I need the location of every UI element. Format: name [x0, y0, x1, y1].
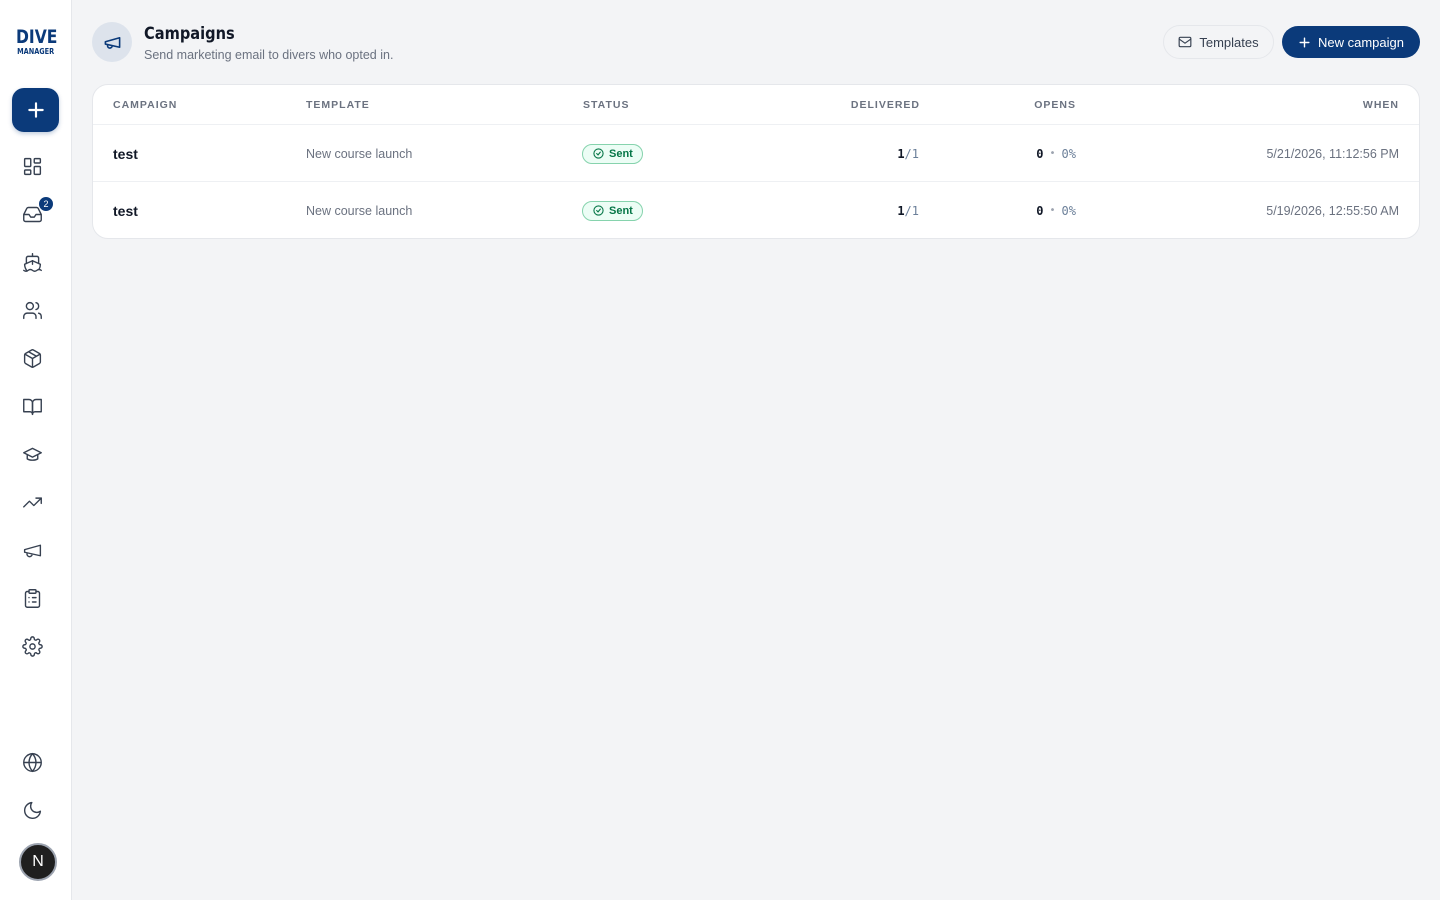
- open-rate: 0%: [1061, 203, 1076, 218]
- check-circle-icon: [593, 148, 604, 159]
- sidebar-item-dashboard[interactable]: [20, 154, 44, 178]
- language-button[interactable]: [20, 750, 44, 774]
- sidebar-item-campaigns[interactable]: [20, 538, 44, 562]
- campaign-name: test: [113, 202, 138, 219]
- column-header-delivered: Delivered: [850, 99, 920, 111]
- status-badge: Sent: [582, 143, 643, 164]
- sidebar-item-boats[interactable]: [20, 250, 44, 274]
- opens-count: 0: [1036, 146, 1044, 161]
- moon-icon: [23, 801, 41, 819]
- page-subtitle: Send marketing email to divers who opted…: [144, 48, 394, 62]
- avatar[interactable]: N: [19, 843, 57, 881]
- delivered-cell: 1/1: [897, 182, 919, 238]
- separator-dot: •: [1049, 148, 1056, 159]
- sidebar-item-reports[interactable]: [20, 490, 44, 514]
- column-header-template: Template: [306, 99, 370, 111]
- book-icon: [22, 398, 42, 415]
- separator-dot: •: [1049, 205, 1056, 216]
- brand-logo-line1: DIVE: [16, 26, 58, 48]
- new-campaign-button[interactable]: New campaign: [1282, 26, 1420, 58]
- templates-button-label: Templates: [1199, 34, 1259, 50]
- sidebar-item-settings[interactable]: [20, 634, 44, 658]
- theme-toggle[interactable]: [20, 798, 44, 822]
- sidebar: DIVE MANAGER 2 N: [0, 0, 72, 900]
- megaphone-icon: [23, 544, 41, 557]
- graduation-cap-icon: [22, 447, 42, 461]
- sent-timestamp: 5/19/2026, 12:55:50 AM: [1266, 203, 1399, 218]
- sidebar-item-tasks[interactable]: [20, 586, 44, 610]
- table-header: Campaign Template Status Delivered Opens…: [93, 85, 1419, 125]
- column-header-when: When: [1362, 99, 1399, 111]
- open-rate: 0%: [1061, 146, 1076, 161]
- sidebar-item-inbox[interactable]: 2: [20, 196, 54, 226]
- table-row[interactable]: test New course launch Sent 1/1 0 • 0% 5…: [93, 182, 1419, 238]
- megaphone-icon: [104, 36, 120, 49]
- delivered-total: /1: [904, 146, 919, 161]
- delivered-total: /1: [904, 203, 919, 218]
- plus-icon: [27, 102, 44, 118]
- campaign-name: test: [113, 145, 138, 162]
- sidebar-item-logbook[interactable]: [20, 394, 44, 418]
- sidebar-item-inventory[interactable]: [20, 346, 44, 370]
- campaigns-table: Campaign Template Status Delivered Opens…: [92, 84, 1420, 239]
- status-label: Sent: [609, 204, 633, 217]
- table-row[interactable]: test New course launch Sent 1/1 0 • 0% 5…: [93, 125, 1419, 182]
- boat-icon: [22, 252, 42, 272]
- plus-icon: [1299, 36, 1310, 48]
- check-circle-icon: [593, 205, 604, 216]
- opens-cell: 0 • 0%: [1036, 125, 1076, 182]
- gear-icon: [21, 635, 43, 657]
- sidebar-item-courses[interactable]: [20, 442, 44, 466]
- box-icon: [23, 348, 41, 368]
- delivered-cell: 1/1: [897, 125, 919, 182]
- page-header-icon: [92, 22, 132, 62]
- new-campaign-button-label: New campaign: [1318, 34, 1404, 50]
- inbox-badge: 2: [38, 196, 54, 212]
- column-header-opens: Opens: [1034, 99, 1076, 111]
- sidebar-item-customers[interactable]: [20, 298, 44, 322]
- column-header-campaign: Campaign: [113, 99, 178, 111]
- avatar-letter: N: [32, 853, 44, 870]
- status-badge: Sent: [582, 200, 643, 221]
- globe-icon: [22, 752, 42, 772]
- delivered-count: 1: [897, 146, 905, 161]
- trending-up-icon: [22, 496, 42, 508]
- status-cell: Sent: [582, 125, 643, 182]
- opens-cell: 0 • 0%: [1036, 182, 1076, 238]
- page-title: Campaigns: [144, 24, 235, 44]
- status-label: Sent: [609, 147, 633, 160]
- campaign-template: New course launch: [306, 146, 413, 161]
- brand-logo-line2: MANAGER: [17, 47, 55, 56]
- campaign-template: New course launch: [306, 203, 413, 218]
- quick-add-button[interactable]: [12, 88, 59, 132]
- sent-timestamp: 5/21/2026, 11:12:56 PM: [1266, 146, 1399, 161]
- column-header-status: Status: [583, 99, 630, 111]
- opens-count: 0: [1036, 203, 1044, 218]
- status-cell: Sent: [582, 182, 643, 238]
- clipboard-icon: [24, 588, 40, 608]
- users-icon: [22, 301, 42, 319]
- dashboard-icon: [23, 157, 41, 175]
- mail-icon: [1178, 36, 1192, 48]
- templates-button[interactable]: Templates: [1163, 25, 1274, 59]
- delivered-count: 1: [897, 203, 905, 218]
- brand-logo[interactable]: DIVE MANAGER: [16, 26, 58, 56]
